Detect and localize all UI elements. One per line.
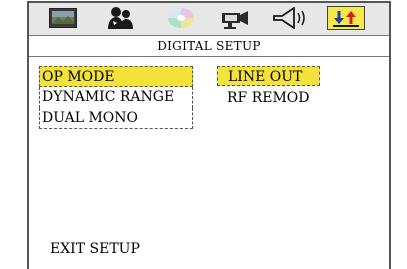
picture-icon[interactable] xyxy=(49,6,77,30)
page-title: DIGITAL SETUP xyxy=(29,37,389,57)
icon-tab-bar xyxy=(29,3,389,36)
setup-menu-window: DIGITAL SETUP OP MODE DYNAMIC RANGE DUAL… xyxy=(27,1,391,269)
menu-item-op-mode[interactable]: OP MODE xyxy=(39,66,193,87)
disc-icon[interactable] xyxy=(167,6,195,30)
menu-item-dynamic-range[interactable]: DYNAMIC RANGE xyxy=(39,87,193,108)
people-icon[interactable] xyxy=(105,6,135,30)
exit-setup-button[interactable]: EXIT SETUP xyxy=(50,241,140,257)
menu-item-dual-mono[interactable]: DUAL MONO xyxy=(39,108,193,129)
digital-setup-icon[interactable] xyxy=(327,6,365,30)
projector-icon[interactable] xyxy=(220,6,252,30)
option-line-out[interactable]: LINE OUT xyxy=(217,66,320,86)
speaker-icon[interactable] xyxy=(272,6,310,30)
option-rf-remod[interactable]: RF REMOD xyxy=(217,88,320,108)
setting-menu: OP MODE DYNAMIC RANGE DUAL MONO xyxy=(39,66,193,129)
